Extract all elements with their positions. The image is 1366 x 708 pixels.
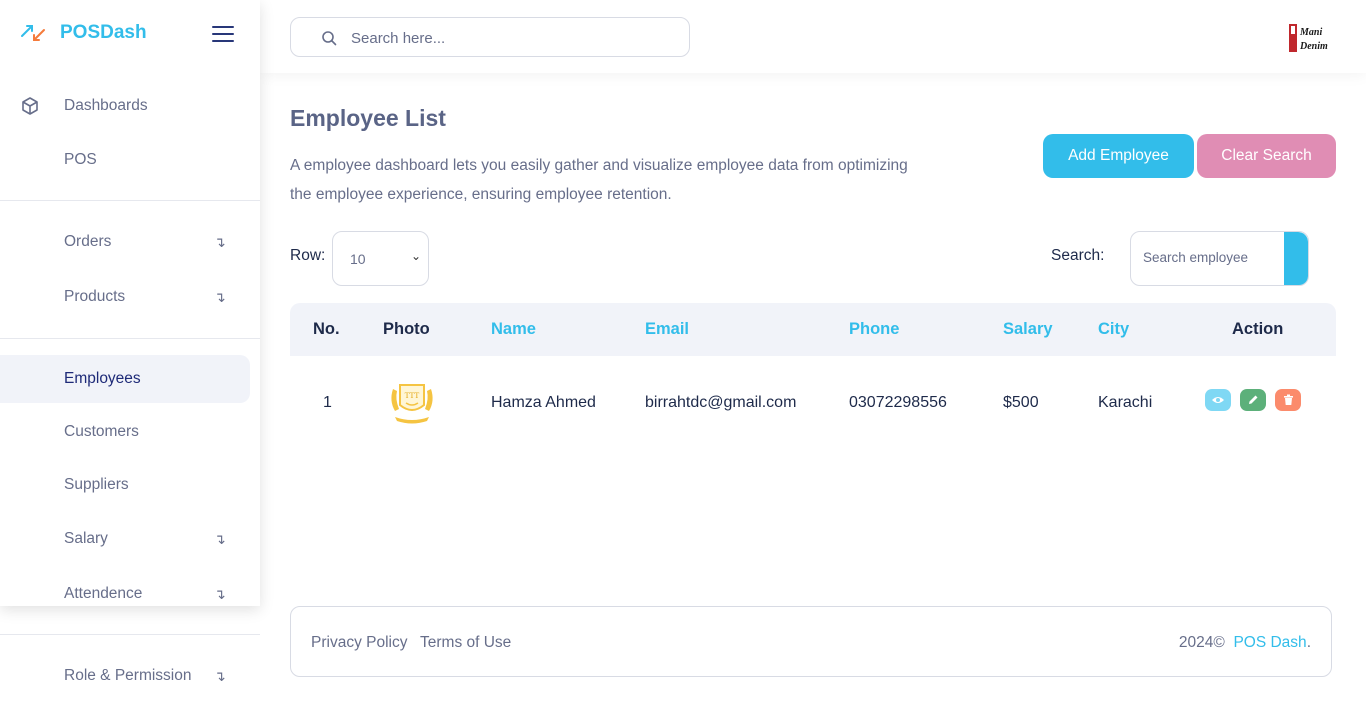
sidebar-item-salary[interactable]: Salary ↴ [0, 515, 250, 563]
sidebar-item-pos[interactable]: POS [0, 136, 250, 184]
cell-no: 1 [323, 394, 332, 411]
sidebar-item-label: Products [64, 288, 126, 305]
sidebar-item-role-permission[interactable]: Role & Permission ↴ [0, 652, 250, 700]
expand-arrow-icon: ↴ [214, 530, 226, 547]
expand-arrow-icon: ↴ [214, 667, 226, 684]
sidebar-item-customers[interactable]: Customers [0, 408, 250, 456]
employee-search[interactable] [1130, 231, 1309, 286]
avatar-text: Mani [1299, 27, 1322, 38]
brand-name: POSDash [60, 22, 147, 43]
view-button[interactable] [1205, 389, 1231, 411]
column-header-no: No. [313, 320, 340, 338]
sidebar-item-dashboards[interactable]: Dashboards [0, 82, 250, 130]
sidebar-item-label: Salary [64, 530, 108, 547]
column-header-phone[interactable]: Phone [849, 320, 899, 339]
clear-search-button[interactable]: Clear Search [1197, 134, 1336, 178]
pencil-icon [1249, 395, 1258, 404]
column-header-city[interactable]: City [1098, 320, 1129, 339]
sidebar-item-label: Orders [64, 233, 112, 250]
expand-arrow-icon: ↴ [214, 233, 226, 250]
sidebar-divider [0, 200, 260, 201]
avatar[interactable]: Mani Denim [1286, 22, 1336, 56]
sidebar-item-label: Suppliers [64, 476, 129, 493]
sidebar-item-label: Customers [64, 423, 139, 440]
cube-icon [22, 97, 38, 115]
delete-button[interactable] [1275, 389, 1301, 411]
menu-toggle-icon[interactable] [212, 26, 234, 44]
table-header: No. Photo Name Email Phone Salary City A… [290, 303, 1336, 356]
cell-name: Hamza Ahmed [491, 394, 596, 411]
trash-icon [1283, 394, 1293, 405]
pos-dash-link[interactable]: POS Dash [1233, 634, 1306, 651]
row-count-select[interactable]: 10 ⌄ [332, 231, 429, 286]
column-header-name[interactable]: Name [491, 320, 536, 339]
page-description: A employee dashboard lets you easily gat… [290, 157, 908, 203]
column-header-photo: Photo [383, 320, 430, 338]
search-input[interactable] [351, 26, 671, 50]
cell-city: Karachi [1098, 394, 1153, 411]
footer: Privacy Policy Terms of Use 2024© POS Da… [290, 606, 1332, 677]
row-count-value: 10 [350, 251, 366, 267]
brand-logo[interactable]: POSDash [18, 18, 147, 48]
top-bar: Mani Denim [260, 0, 1366, 73]
chevron-down-icon: ⌄ [411, 249, 422, 263]
sidebar-item-label: Attendence [64, 585, 143, 602]
sidebar-item-label: Role & Permission [64, 667, 192, 684]
photo-text: TTT [405, 391, 420, 400]
search-icon [322, 31, 337, 46]
cell-phone: 03072298556 [849, 394, 947, 411]
expand-arrow-icon: ↴ [214, 585, 226, 602]
privacy-policy-link[interactable]: Privacy Policy [311, 634, 407, 652]
avatar-text: Denim [1299, 41, 1328, 52]
terms-of-use-link[interactable]: Terms of Use [420, 634, 511, 652]
trend-arrows-icon [21, 25, 45, 41]
copyright-year: 2024© [1178, 634, 1225, 651]
sidebar-item-suppliers[interactable]: Suppliers [0, 461, 250, 509]
edit-button[interactable] [1240, 389, 1266, 411]
row-label: Row: [290, 247, 326, 264]
copyright: 2024© POS Dash. [1179, 634, 1311, 652]
sidebar-item-employees[interactable]: Employees [0, 355, 250, 403]
page-title: Employee List [290, 105, 446, 131]
expand-arrow-icon: ↴ [214, 288, 226, 305]
employee-search-input[interactable] [1143, 250, 1283, 265]
column-header-salary[interactable]: Salary [1003, 320, 1053, 339]
column-header-action: Action [1232, 320, 1284, 338]
sidebar-item-attendence[interactable]: Attendence ↴ [0, 570, 250, 618]
sidebar-divider [0, 338, 260, 339]
global-search[interactable] [290, 17, 690, 57]
search-label: Search: [1051, 247, 1105, 264]
sidebar-item-label: Dashboards [64, 97, 148, 114]
employee-photo: TTT [391, 384, 433, 424]
cell-email: birrahtdc@gmail.com [645, 394, 797, 411]
sidebar: POSDash Dashboards POS Orders ↴ Products… [0, 0, 260, 708]
sidebar-divider [0, 634, 260, 635]
copyright-period: . [1306, 634, 1311, 651]
add-employee-button[interactable]: Add Employee [1043, 134, 1194, 178]
sidebar-item-orders[interactable]: Orders ↴ [0, 218, 250, 266]
cell-salary: $500 [1003, 394, 1039, 411]
sidebar-item-label: POS [64, 151, 97, 168]
column-header-email[interactable]: Email [645, 320, 689, 339]
sidebar-item-label: Employees [64, 370, 141, 387]
sidebar-panel: POSDash Dashboards POS Orders ↴ Products… [0, 0, 260, 606]
sidebar-item-products[interactable]: Products ↴ [0, 273, 250, 321]
search-submit-button[interactable] [1284, 232, 1308, 285]
eye-icon [1212, 397, 1224, 403]
